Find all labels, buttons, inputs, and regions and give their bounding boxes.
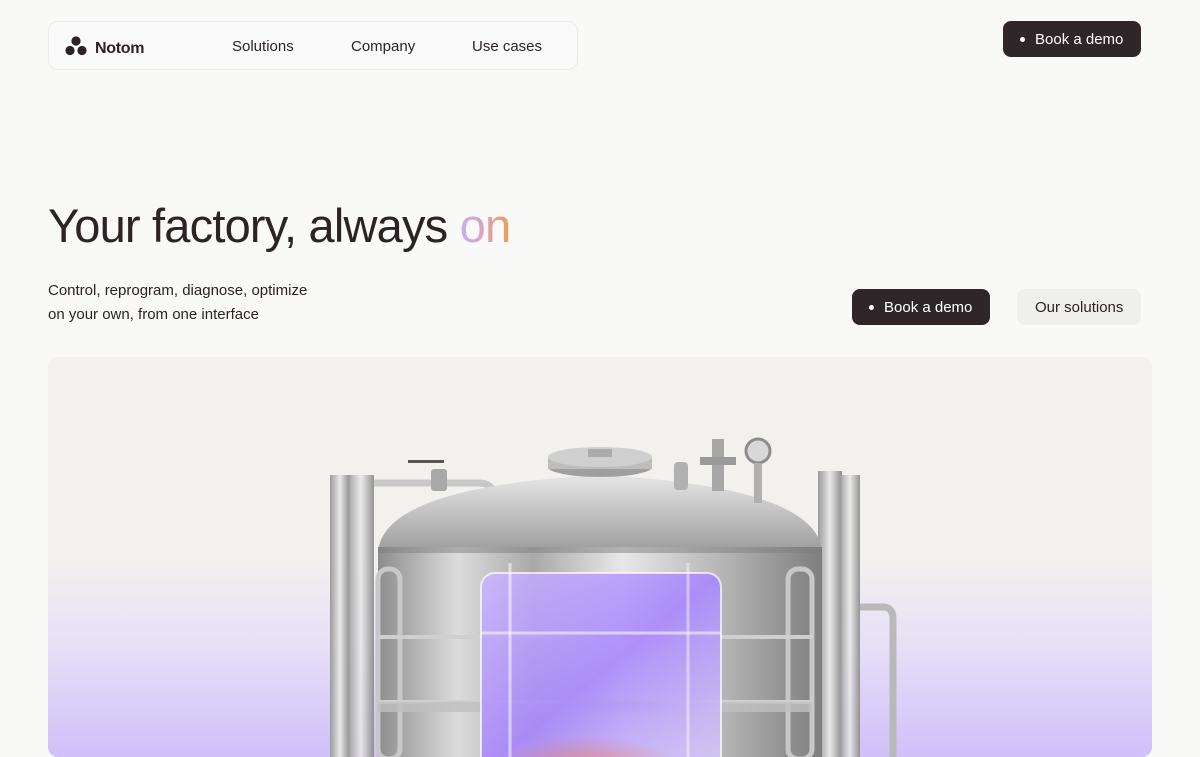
hero-headline: Your factory, always on: [48, 198, 511, 253]
nav-link-use-cases[interactable]: Use cases: [472, 38, 542, 55]
bullet-dot-icon: [869, 304, 874, 310]
main-nav: Notom Solutions Company Use cases: [48, 21, 578, 70]
nav-link-solutions[interactable]: Solutions: [232, 38, 294, 55]
our-solutions-label: Our solutions: [1035, 298, 1124, 316]
hero-subtitle: Control, reprogram, diagnose, optimize o…: [48, 279, 307, 327]
hero-subtitle-line-1: Control, reprogram, diagnose, optimize: [48, 282, 308, 299]
header-book-demo-label: Book a demo: [1035, 30, 1124, 48]
our-solutions-button[interactable]: Our solutions: [1017, 289, 1142, 325]
header-book-demo-button[interactable]: Book a demo: [1003, 21, 1142, 57]
hero-image-panel: [48, 357, 1152, 757]
hero-headline-accent: on: [459, 199, 511, 252]
notom-logo-icon: [65, 36, 87, 61]
brand-name: Notom: [95, 39, 145, 57]
hero-book-demo-label: Book a demo: [884, 298, 973, 316]
nav-link-company[interactable]: Company: [351, 38, 415, 55]
hero-book-demo-button[interactable]: Book a demo: [852, 289, 991, 325]
brand-logo[interactable]: Notom: [65, 36, 144, 61]
hero-headline-main: Your factory, always: [48, 199, 460, 252]
bullet-dot-icon: [1020, 36, 1025, 42]
steel-tank-illustration: [330, 437, 897, 757]
hero-subtitle-line-2: on your own, from one interface: [48, 306, 259, 323]
